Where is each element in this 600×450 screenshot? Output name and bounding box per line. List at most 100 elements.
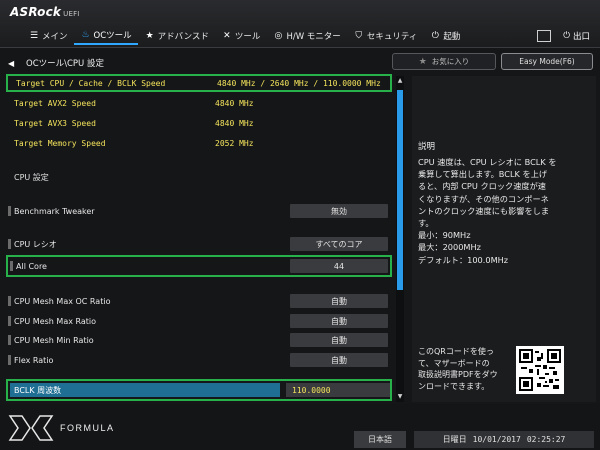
back-arrow-icon[interactable]: ◀ [8, 59, 18, 68]
star-icon: ★ [418, 56, 427, 67]
tab-oc-tweaker[interactable]: ♨ OCツール [73, 27, 138, 45]
qr-code-icon [516, 346, 564, 394]
tab-label: アドバンスド [157, 32, 209, 42]
setting-value: 44 [333, 261, 345, 271]
tab-label: OCツール [93, 31, 132, 41]
info-label: Target Memory Speed [14, 138, 106, 148]
scroll-down-icon[interactable]: ▼ [396, 392, 404, 402]
settings-scrollbar[interactable]: ▲ ▼ [396, 76, 404, 402]
qr-line: て、マザーボードの [418, 358, 490, 368]
description-line: ントのクロック速度にも影響をしま [418, 205, 550, 216]
shield-icon: ⛉ [355, 31, 363, 41]
bclk-frequency-row[interactable]: BCLK 周波数 110.0000 [6, 379, 392, 401]
benchmark-tweaker-row[interactable]: Benchmark Tweaker 無効 [6, 202, 392, 220]
target-cpu-speed-row: Target CPU / Cache / BCLK Speed 4840 MHz… [6, 74, 392, 92]
tab-label: H/W モニター [286, 32, 341, 42]
tab-hw-monitor[interactable]: ◎ H/W モニター [266, 27, 346, 45]
description-line: 乗算して算出します。BCLK を上げ [418, 169, 548, 180]
settings-list: Target CPU / Cache / BCLK Speed 4840 MHz… [0, 72, 396, 402]
flame-icon: ♨ [81, 30, 90, 40]
target-avx2-speed-row: Target AVX2 Speed 4840 MHz [6, 94, 392, 112]
setting-value: すべてのコア [315, 239, 363, 249]
description-line: す。 [418, 218, 434, 229]
scroll-up-icon[interactable]: ▲ [396, 76, 404, 86]
row-marker [8, 335, 11, 345]
setting-value: 自動 [331, 296, 347, 306]
mesh-max-oc-ratio-select[interactable]: 自動 [290, 294, 388, 308]
qr-line: このQRコードを使っ [418, 347, 494, 356]
setting-label: CPU Mesh Min Ratio [14, 335, 94, 345]
row-marker [8, 355, 11, 365]
bclk-frequency-input[interactable]: 110.0000 [286, 383, 390, 397]
info-label: Target AVX2 Speed [14, 98, 96, 108]
scrollbar-thumb[interactable] [397, 90, 403, 290]
tools-icon: ✕ [223, 31, 231, 41]
date-label: 10/01/2017 [472, 435, 521, 444]
time-label: 02:25:27 [526, 435, 566, 444]
logo-text: FORMULA [60, 423, 115, 433]
target-avx3-speed-row: Target AVX3 Speed 4840 MHz [6, 114, 392, 132]
breadcrumb-text: OCツール\CPU 設定 [26, 59, 104, 69]
tab-tools[interactable]: ✕ ツール [215, 27, 267, 45]
cpu-ratio-row[interactable]: CPU レシオ すべてのコア [6, 235, 392, 253]
exit-button[interactable]: ⏻ 出口 [557, 27, 596, 45]
favorites-button[interactable]: ★ お気に入り [392, 53, 496, 70]
monitor-icon: ◎ [274, 31, 283, 41]
row-marker [8, 206, 11, 216]
flex-ratio-select[interactable]: 自動 [290, 353, 388, 367]
language-label: 日本語 [368, 435, 392, 444]
setting-value: 110.0000 [292, 385, 331, 395]
tab-label: メイン [42, 32, 68, 42]
benchmark-tweaker-select[interactable]: 無効 [290, 204, 388, 218]
info-value: 4840 MHz [215, 118, 254, 128]
qr-description: このQRコードを使っ て、マザーボードの 取扱説明書PDFをダウ ンロードできま… [418, 346, 528, 392]
setting-label: BCLK 周波数 [14, 385, 62, 395]
cpu-ratio-select[interactable]: すべてのコア [290, 237, 388, 251]
list-icon: ☰ [29, 31, 39, 41]
all-core-row[interactable]: All Core 44 [6, 255, 392, 277]
tab-advanced[interactable]: ★ アドバンスド [138, 27, 215, 45]
mesh-min-ratio-select[interactable]: 自動 [290, 333, 388, 347]
info-label: Target AVX3 Speed [14, 118, 96, 128]
description-line: 最小：90MHz [418, 230, 471, 241]
breadcrumb: ◀ OCツール\CPU 設定 [8, 56, 104, 70]
description-line: くなりますが、その他のコンポーネ [418, 193, 549, 204]
row-marker [10, 261, 13, 271]
exit-label: 出口 [572, 32, 590, 42]
main-tabs: ☰ メイン ♨ OCツール ★ アドバンスド ✕ ツール ◎ H/W モニター … [22, 27, 466, 45]
info-label: Target CPU / Cache / BCLK Speed [16, 78, 166, 88]
setting-value: 自動 [331, 316, 347, 326]
qr-line: ンロードできます。 [418, 381, 490, 391]
mesh-max-ratio-row[interactable]: CPU Mesh Max Ratio 自動 [6, 312, 392, 330]
row-marker [8, 239, 11, 249]
mesh-max-oc-ratio-row[interactable]: CPU Mesh Max OC Ratio 自動 [6, 292, 392, 310]
tab-label: セキュリティ [366, 32, 418, 42]
easy-mode-button[interactable]: Easy Mode(F6) [501, 53, 593, 70]
setting-label: Benchmark Tweaker [14, 206, 95, 216]
setting-label: CPU Mesh Max OC Ratio [14, 296, 111, 306]
tab-security[interactable]: ⛉ セキュリティ [347, 27, 424, 45]
description-line: デフォルト：100.0MHz [418, 254, 509, 265]
section-title: CPU 設定 [14, 173, 49, 182]
tab-boot[interactable]: ⏻ 起動 [423, 27, 466, 45]
datetime-display: 日曜日 10/01/2017 02:25:27 [414, 431, 594, 448]
info-value: 2052 MHz [215, 138, 254, 148]
tab-main[interactable]: ☰ メイン [22, 27, 74, 45]
easy-mode-label: Easy Mode(F6) [519, 57, 575, 66]
all-core-input[interactable]: 44 [290, 259, 388, 273]
screen-icon[interactable] [537, 30, 552, 42]
footer: FORMULA 日本語 日曜日 10/01/2017 02:25:27 [0, 404, 600, 450]
brand-logo: ASRock UEFI [10, 5, 80, 19]
description-line: 最大：2000MHz [418, 242, 481, 253]
mesh-max-ratio-select[interactable]: 自動 [290, 314, 388, 328]
setting-label: CPU Mesh Max Ratio [14, 316, 97, 326]
brand-name: ASRock [10, 5, 62, 19]
tab-label: 起動 [443, 32, 461, 42]
language-button[interactable]: 日本語 [354, 431, 406, 448]
formula-x-logo-icon [8, 415, 54, 441]
flex-ratio-row[interactable]: Flex Ratio 自動 [6, 351, 392, 369]
setting-value: 無効 [331, 206, 347, 216]
mesh-min-ratio-row[interactable]: CPU Mesh Min Ratio 自動 [6, 331, 392, 349]
info-value: 4840 MHz [215, 98, 254, 108]
top-bar: ASRock UEFI ☰ メイン ♨ OCツール ★ アドバンスド ✕ ツール … [0, 0, 600, 48]
